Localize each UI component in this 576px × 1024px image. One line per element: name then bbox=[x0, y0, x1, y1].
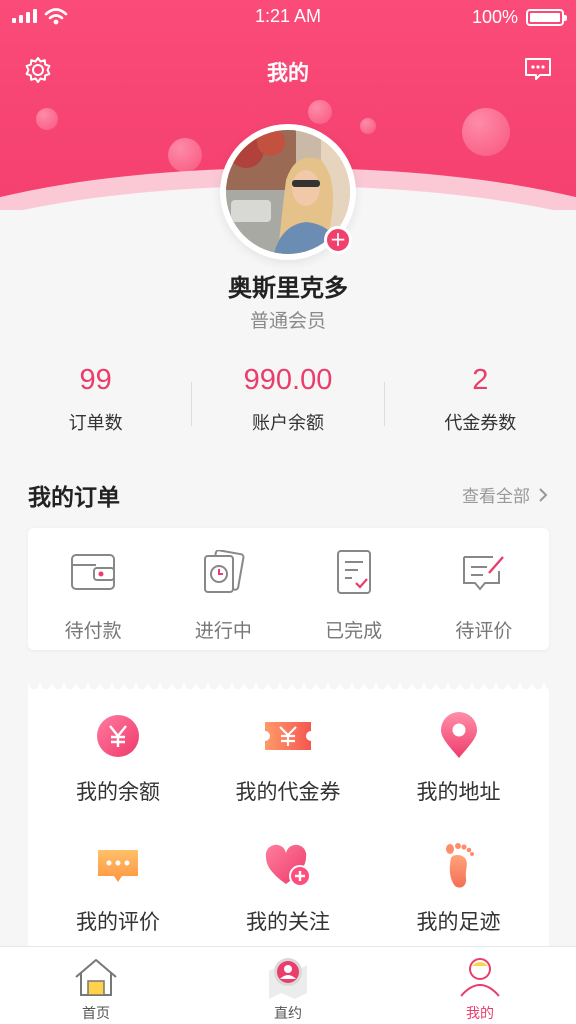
avatar-container: + bbox=[220, 124, 356, 260]
add-avatar-button[interactable]: + bbox=[324, 226, 352, 254]
stat-orders-value: 99 bbox=[79, 364, 112, 396]
tab-appointment-label: 直约 bbox=[274, 1006, 302, 1022]
heart-plus-icon bbox=[265, 844, 311, 887]
stat-vouchers[interactable]: 2 代金券数 bbox=[385, 364, 576, 444]
yen-coin-icon bbox=[97, 715, 139, 757]
service-footprints[interactable]: 我的足迹 bbox=[368, 842, 549, 936]
page-title: 我的 bbox=[267, 61, 309, 85]
order-pending-payment-label: 待付款 bbox=[64, 620, 122, 642]
battery-icon bbox=[526, 9, 567, 26]
home-icon bbox=[75, 959, 117, 996]
tab-me[interactable]: 我的 bbox=[384, 947, 576, 1024]
service-reviews[interactable]: 我的评价 bbox=[28, 842, 208, 936]
orders-header: 我的订单 查看全部 bbox=[28, 474, 548, 511]
tab-appointment[interactable]: 直约 bbox=[192, 947, 384, 1024]
checked-document-icon bbox=[336, 550, 371, 594]
order-in-progress[interactable]: 进行中 bbox=[158, 528, 288, 650]
stat-vouchers-value: 2 bbox=[472, 364, 489, 396]
service-address-label: 我的地址 bbox=[416, 780, 501, 804]
user-name: 奥斯里克多 bbox=[228, 274, 348, 302]
comment-icon bbox=[98, 850, 138, 882]
service-footprints-label: 我的足迹 bbox=[416, 910, 501, 934]
map-pin-avatar-icon bbox=[269, 958, 307, 999]
order-completed-label: 已完成 bbox=[325, 620, 383, 642]
view-all-orders-link[interactable]: 查看全部 bbox=[462, 482, 548, 507]
order-in-progress-label: 进行中 bbox=[194, 620, 252, 642]
stat-orders-label: 订单数 bbox=[68, 413, 123, 434]
scalloped-edge bbox=[28, 684, 549, 692]
service-address[interactable]: 我的地址 bbox=[368, 712, 549, 806]
user-icon bbox=[460, 958, 500, 997]
order-to-review-label: 待评价 bbox=[455, 620, 513, 642]
member-level: 普通会员 bbox=[249, 310, 326, 332]
battery-percent: 100% bbox=[471, 7, 518, 27]
stat-balance-label: 账户余额 bbox=[251, 413, 324, 434]
stats-row: 99 订单数 990.00 账户余额 2 代金券数 bbox=[0, 364, 576, 444]
service-follows-label: 我的关注 bbox=[246, 910, 330, 934]
tab-me-label: 我的 bbox=[466, 1006, 494, 1022]
chat-bubble-icon[interactable] bbox=[524, 56, 552, 82]
yen-coupon-icon bbox=[265, 722, 311, 750]
view-all-label: 查看全部 bbox=[462, 487, 530, 507]
orders-card: 待付款 进行中 已完成 待评价 bbox=[28, 528, 549, 650]
service-vouchers-label: 我的代金券 bbox=[235, 780, 341, 804]
edit-comment-icon bbox=[462, 556, 504, 591]
orders-title: 我的订单 bbox=[28, 485, 120, 511]
chevron-right-icon bbox=[539, 487, 548, 502]
stat-balance[interactable]: 990.00 账户余额 bbox=[192, 364, 383, 444]
stat-balance-value: 990.00 bbox=[243, 364, 333, 396]
service-balance[interactable]: 我的余额 bbox=[28, 712, 208, 806]
order-pending-payment[interactable]: 待付款 bbox=[28, 528, 158, 650]
tab-bar: 首页 直约 我的 bbox=[0, 946, 576, 1024]
tab-home-label: 首页 bbox=[82, 1006, 110, 1022]
services-card: 我的余额 我的代金券 我的地址 我的评价 我的关注 我的足迹 bbox=[28, 684, 549, 954]
services-grid: 我的余额 我的代金券 我的地址 我的评价 我的关注 我的足迹 bbox=[28, 712, 549, 936]
stat-vouchers-label: 代金券数 bbox=[444, 413, 517, 434]
service-vouchers[interactable]: 我的代金券 bbox=[208, 712, 368, 806]
order-completed[interactable]: 已完成 bbox=[289, 528, 419, 650]
tab-home[interactable]: 首页 bbox=[0, 947, 192, 1024]
order-to-review[interactable]: 待评价 bbox=[419, 528, 549, 650]
wallet-icon bbox=[71, 554, 116, 590]
status-bar: 1:21 AM 100% bbox=[0, 0, 576, 34]
clock-cards-icon bbox=[204, 550, 245, 593]
footprint-icon bbox=[445, 843, 474, 888]
service-balance-label: 我的余额 bbox=[76, 780, 160, 804]
location-pin-icon bbox=[440, 712, 477, 758]
service-reviews-label: 我的评价 bbox=[76, 910, 160, 934]
top-nav: 我的 bbox=[0, 50, 576, 90]
stat-orders[interactable]: 99 订单数 bbox=[0, 364, 191, 444]
service-follows[interactable]: 我的关注 bbox=[208, 842, 368, 936]
